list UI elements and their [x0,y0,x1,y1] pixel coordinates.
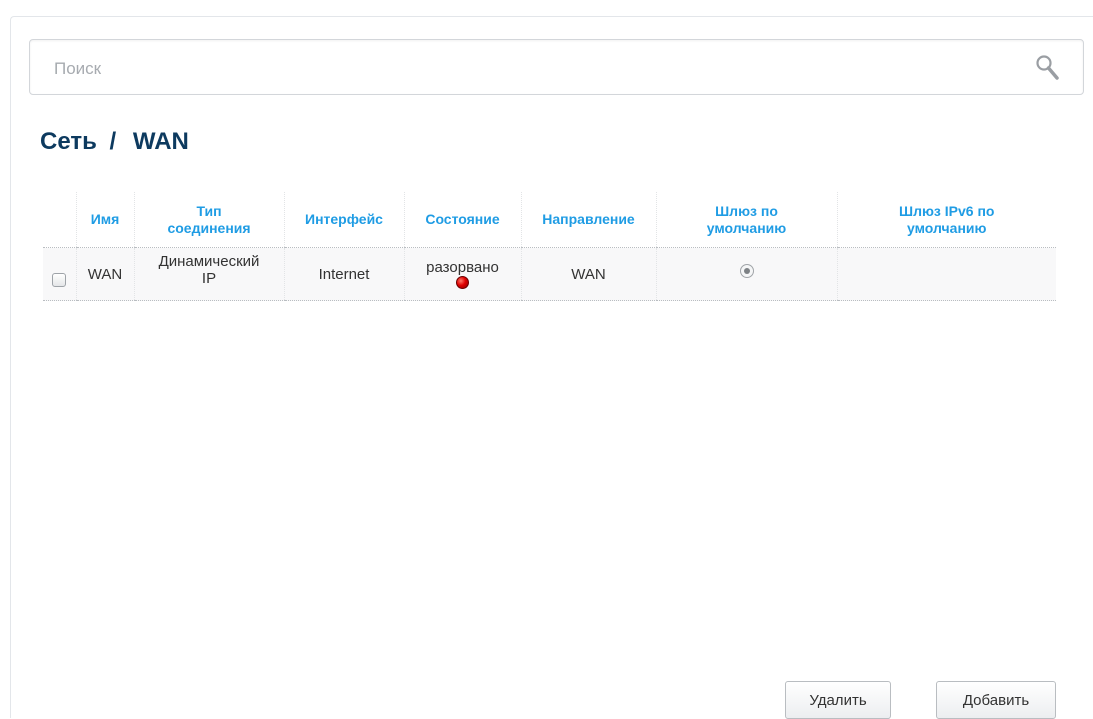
header-direction[interactable]: Направление [520,192,656,248]
header-interface[interactable]: Интерфейс [283,192,404,248]
header-default-gateway-ipv6[interactable]: Шлюз IPv6 по умолчанию [836,192,1056,248]
default-gateway-radio[interactable] [739,263,754,278]
row-interface: Internet [283,247,404,301]
header-connection-type[interactable]: Тип соединения [133,192,284,248]
header-state[interactable]: Состояние [403,192,521,248]
header-select [43,192,76,248]
row-state: разорвано [403,247,521,301]
header-default-gateway[interactable]: Шлюз по умолчанию [655,192,837,248]
table-header-row: Имя Тип соединения Интерфейс Состояние На… [43,192,1056,248]
delete-button[interactable]: Удалить [785,681,891,719]
row-checkbox[interactable] [52,273,67,287]
search-box [29,39,1084,95]
wan-table: Имя Тип соединения Интерфейс Состояние На… [43,192,1056,301]
row-connection-type: Динамический IP [133,247,284,301]
row-state-label: разорвано [426,259,499,276]
add-button[interactable]: Добавить [936,681,1056,719]
page-title: Сеть / WAN [40,128,189,156]
row-default-gateway [655,247,837,301]
status-red-dot-icon [456,276,469,289]
breadcrumb-current: WAN [132,128,189,155]
content-panel [10,16,1093,718]
header-name[interactable]: Имя [75,192,134,248]
breadcrumb-separator: / [109,128,117,155]
row-name: WAN [75,247,134,301]
breadcrumb-section: Сеть [40,128,97,155]
row-default-gateway-ipv6 [836,247,1056,301]
search-input[interactable] [52,54,1016,84]
row-direction: WAN [520,247,656,301]
table-row[interactable]: WAN Динамический IP Internet разорвано WA… [43,247,1056,301]
search-icon[interactable] [1035,54,1061,82]
row-select-cell [43,247,76,301]
